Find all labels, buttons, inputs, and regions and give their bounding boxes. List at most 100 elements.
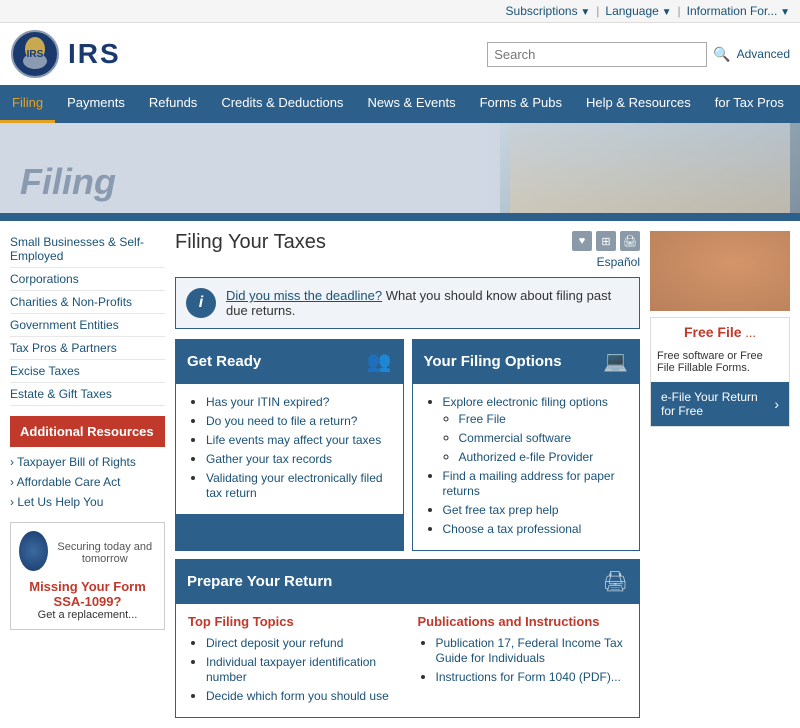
main-nav: Filing Payments Refunds Credits & Deduct… — [0, 85, 800, 123]
page-tools: ♥ ⊞ 🖨 — [572, 231, 640, 251]
share-icon[interactable]: ⊞ — [596, 231, 616, 251]
nav-help-resources[interactable]: Help & Resources — [574, 85, 703, 123]
efile-button-label: e-File Your Return for Free — [661, 390, 774, 418]
which-form-link[interactable]: Decide which form you should use — [206, 689, 389, 703]
info-text: Did you miss the deadline? What you shou… — [226, 288, 629, 318]
sidebar-link-corporations[interactable]: Corporations — [10, 268, 165, 291]
subscriptions-dropdown[interactable]: Subscriptions — [506, 4, 591, 18]
top-filing-col: Top Filing Topics Direct deposit your re… — [188, 614, 398, 707]
filing-options-list: Explore electronic filing options Free F… — [425, 394, 628, 536]
sep2: | — [677, 4, 680, 18]
promo-seal-icon — [19, 531, 48, 571]
sidebar-link-charities[interactable]: Charities & Non-Profits — [10, 291, 165, 314]
direct-deposit-link[interactable]: Direct deposit your refund — [206, 636, 343, 650]
validating-link[interactable]: Validating your electronically filed tax… — [206, 471, 383, 500]
sidebar-link-excise[interactable]: Excise Taxes — [10, 360, 165, 383]
get-ready-list: Has your ITIN expired? Do you need to fi… — [188, 394, 391, 500]
deadline-link[interactable]: Did you miss the deadline? — [226, 288, 382, 303]
sidebar-link-tax-pros[interactable]: Tax Pros & Partners — [10, 337, 165, 360]
mailing-address-link[interactable]: Find a mailing address for paper returns — [443, 469, 615, 498]
promo-title[interactable]: Missing Your Form SSA-1099? — [19, 579, 156, 609]
free-tax-prep-link[interactable]: Get free tax prep help — [443, 503, 559, 517]
nav-news-events[interactable]: News & Events — [355, 85, 467, 123]
list-item: Free File — [459, 411, 628, 426]
free-file-dots: ... — [745, 325, 756, 340]
free-file-box: Free File ... Free software or Free File… — [650, 317, 790, 427]
commercial-software-link[interactable]: Commercial software — [459, 431, 572, 445]
list-item: Explore electronic filing options Free F… — [443, 394, 628, 464]
list-item: Life events may affect your taxes — [206, 432, 391, 447]
list-item: Find a mailing address for paper returns — [443, 468, 628, 498]
itin-expired-link[interactable]: Has your ITIN expired? — [206, 395, 329, 409]
page-title: Filing Your Taxes — [175, 231, 326, 254]
nav-credits-deductions[interactable]: Credits & Deductions — [209, 85, 355, 123]
promo-text: Securing today and tomorrow — [54, 541, 156, 565]
language-dropdown[interactable]: Language — [605, 4, 671, 18]
information-for-dropdown[interactable]: Information For... — [687, 4, 790, 18]
espanol-link[interactable]: Español — [597, 255, 640, 269]
list-item: Gather your tax records — [206, 451, 391, 466]
nav-refunds[interactable]: Refunds — [137, 85, 209, 123]
top-filing-title: Top Filing Topics — [188, 614, 398, 629]
right-sidebar: Free File ... Free software or Free File… — [650, 231, 790, 718]
life-events-link[interactable]: Life events may affect your taxes — [206, 433, 381, 447]
publications-title: Publications and Instructions — [418, 614, 628, 629]
list-item: Authorized e-file Provider — [459, 449, 628, 464]
top-filing-list: Direct deposit your refund Individual ta… — [188, 635, 398, 703]
irs-logo: IRS IRS — [10, 29, 121, 79]
search-area: 🔍 Advanced — [487, 42, 790, 67]
additional-resources-links: Taxpayer Bill of Rights Affordable Care … — [10, 452, 165, 512]
get-ready-header: Get Ready 👥 — [175, 339, 404, 384]
efiling-sublist: Free File Commercial software Authorized… — [443, 411, 628, 464]
irs-logo-text: IRS — [68, 38, 121, 70]
hero-title: Filing — [20, 161, 116, 203]
content-area: Filing Your Taxes ♥ ⊞ 🖨 Español i Did yo… — [175, 231, 640, 718]
nav-forms-pubs[interactable]: Forms & Pubs — [468, 85, 574, 123]
prepare-section: Prepare Your Return 🖨 Top Filing Topics … — [175, 559, 640, 718]
free-file-title-text: Free File — [684, 324, 742, 340]
itin-link[interactable]: Individual taxpayer identification numbe… — [206, 655, 376, 684]
search-input[interactable] — [487, 42, 707, 67]
filing-options-title: Your Filing Options — [424, 353, 562, 370]
free-file-link[interactable]: Free File — [459, 412, 506, 426]
choose-professional-link[interactable]: Choose a tax professional — [443, 522, 582, 536]
nav-filing[interactable]: Filing — [0, 85, 55, 123]
sidebar-link-small-business[interactable]: Small Businesses & Self-Employed — [10, 231, 165, 268]
publications-col: Publications and Instructions Publicatio… — [418, 614, 628, 707]
nav-payments[interactable]: Payments — [55, 85, 137, 123]
sidebar-affordable-care[interactable]: Affordable Care Act — [10, 472, 165, 492]
need-to-file-link[interactable]: Do you need to file a return? — [206, 414, 357, 428]
prepare-header: Prepare Your Return 🖨 — [175, 559, 640, 604]
sidebar-link-government[interactable]: Government Entities — [10, 314, 165, 337]
sidebar-taxpayer-rights[interactable]: Taxpayer Bill of Rights — [10, 452, 165, 472]
sidebar-promo: Securing today and tomorrow Missing Your… — [10, 522, 165, 630]
efile-arrow-icon: › — [774, 396, 779, 412]
publications-list: Publication 17, Federal Income Tax Guide… — [418, 635, 628, 684]
list-item: Choose a tax professional — [443, 521, 628, 536]
authorized-efile-link[interactable]: Authorized e-file Provider — [459, 450, 594, 464]
info-icon: i — [186, 288, 216, 318]
irs-eagle-icon: IRS — [10, 29, 60, 79]
search-button[interactable]: 🔍 — [713, 46, 730, 63]
sidebar-link-estate[interactable]: Estate & Gift Taxes — [10, 383, 165, 406]
explore-efiling-link[interactable]: Explore electronic filing options — [443, 395, 608, 409]
advanced-search-link[interactable]: Advanced — [737, 47, 790, 61]
pub17-link[interactable]: Publication 17, Federal Income Tax Guide… — [436, 636, 623, 665]
sidebar-let-us-help[interactable]: Let Us Help You — [10, 492, 165, 512]
list-item: Has your ITIN expired? — [206, 394, 391, 409]
get-ready-title: Get Ready — [187, 353, 261, 370]
list-item: Get free tax prep help — [443, 502, 628, 517]
print-icon[interactable]: 🖨 — [620, 231, 640, 251]
svg-text:IRS: IRS — [27, 49, 44, 60]
free-file-image — [650, 231, 790, 311]
filing-options-card: Your Filing Options 💻 Explore electronic… — [412, 339, 641, 551]
bookmark-icon[interactable]: ♥ — [572, 231, 592, 251]
cards-row: Get Ready 👥 Has your ITIN expired? Do yo… — [175, 339, 640, 551]
nav-for-tax-pros[interactable]: for Tax Pros — [703, 85, 796, 123]
gather-records-link[interactable]: Gather your tax records — [206, 452, 332, 466]
efile-button[interactable]: e-File Your Return for Free › — [651, 382, 789, 426]
hero-person-image — [510, 123, 790, 213]
form1040-instructions-link[interactable]: Instructions for Form 1040 (PDF)... — [436, 670, 621, 684]
additional-resources-header: Additional Resources — [10, 416, 165, 447]
info-box: i Did you miss the deadline? What you sh… — [175, 277, 640, 329]
